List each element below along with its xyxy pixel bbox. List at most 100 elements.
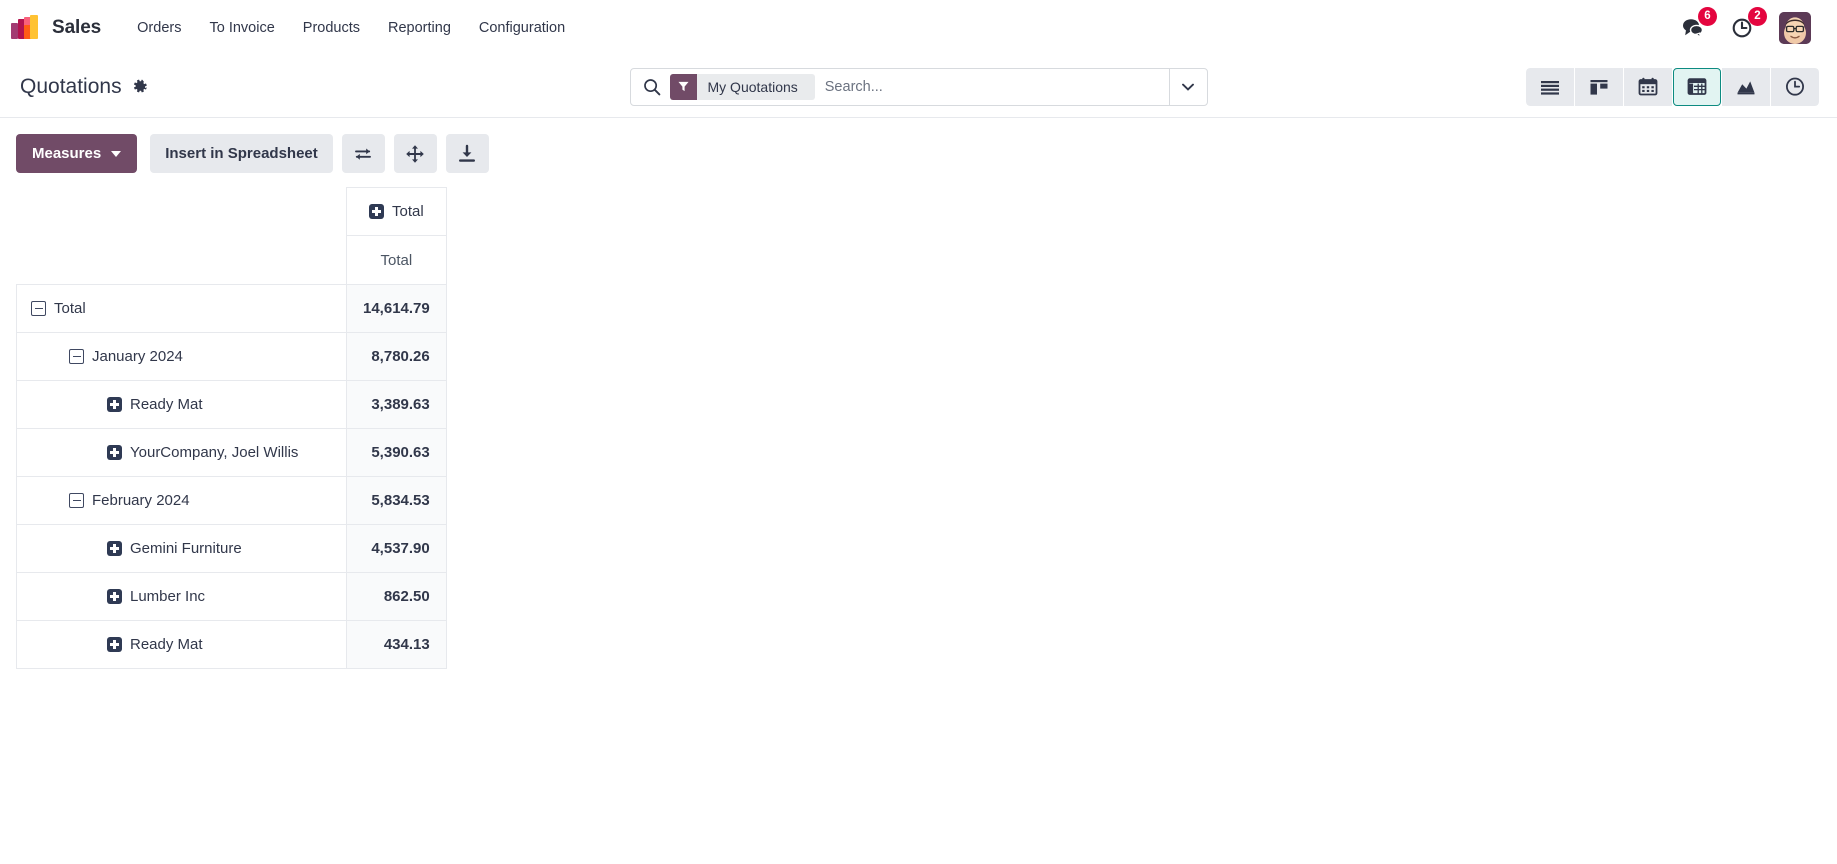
pivot-cell-value[interactable]: 434.13 [346,620,447,669]
table-row: Lumber Inc 862.50 [16,572,447,621]
expand-icon[interactable] [107,637,122,652]
table-row: Gemini Furniture 4,537.90 [16,524,447,573]
activities-button[interactable]: 2 [1729,7,1767,42]
menu-item-orders[interactable]: Orders [123,12,195,44]
control-panel: Quotations My Quotations [0,56,1837,118]
view-switcher [1526,67,1819,106]
menu-item-products[interactable]: Products [289,12,374,44]
collapse-icon[interactable] [69,493,84,508]
pivot-toolbar: Measures Insert in Spreadsheet [0,118,1837,173]
app-name[interactable]: Sales [52,17,101,39]
messages-button[interactable]: 6 [1679,7,1717,42]
pivot-row-label: YourCompany, Joel Willis [130,444,299,461]
activity-clock-icon [1785,77,1805,96]
calendar-icon [1638,77,1658,96]
table-row: YourCompany, Joel Willis 5,390.63 [16,428,447,477]
pivot-cell-value[interactable]: 14,614.79 [346,284,447,333]
gear-icon[interactable] [132,79,148,95]
search-input[interactable] [820,68,1169,105]
measures-button[interactable]: Measures [16,134,138,173]
download-icon [459,144,476,162]
pivot-row-label: Total [54,300,86,317]
pivot-cell-value[interactable]: 8,780.26 [346,332,447,381]
pivot-cell-value[interactable]: 5,390.63 [346,428,447,477]
menu-item-reporting[interactable]: Reporting [374,12,465,44]
menu-item-to-invoice[interactable]: To Invoice [195,12,288,44]
breadcrumb: Quotations [20,75,148,99]
table-row: Ready Mat 3,389.63 [16,380,447,429]
chevron-down-icon [1182,83,1194,91]
view-button-graph[interactable] [1722,67,1770,106]
table-row: Ready Mat 434.13 [16,620,447,669]
pivot-measure-header-total[interactable]: Total [346,235,447,285]
navbar-systray: 6 2 [1679,7,1819,44]
pivot-row-header[interactable]: YourCompany, Joel Willis [16,428,347,477]
expand-all-button[interactable] [393,134,437,173]
collapse-icon[interactable] [69,349,84,364]
list-icon [1541,80,1559,95]
pivot-cell-value[interactable]: 3,389.63 [346,380,447,429]
collapse-icon[interactable] [31,301,46,316]
chevron-down-icon [111,150,122,157]
view-button-kanban[interactable] [1575,67,1623,106]
table-row: Total 14,614.79 [16,284,447,333]
pivot-row-header[interactable]: Ready Mat [16,380,347,429]
pivot-row-header[interactable]: January 2024 [16,332,347,381]
graph-icon [1737,81,1755,95]
pivot-row-label: Ready Mat [130,636,203,653]
download-xlsx-button[interactable] [445,134,489,173]
table-row: February 2024 5,834.53 [16,476,447,525]
top-navbar: Sales Orders To Invoice Products Reporti… [0,0,1837,56]
activities-badge: 2 [1748,7,1767,26]
search-facet-my-quotations[interactable]: My Quotations [669,73,815,100]
sales-app-logo-icon[interactable] [10,14,38,42]
flip-axis-button[interactable] [341,134,385,173]
table-row: January 2024 8,780.26 [16,332,447,381]
brand-group: Sales [10,14,101,42]
expand-icon[interactable] [369,204,385,219]
expand-icon[interactable] [107,397,122,412]
pivot-cell-value[interactable]: 5,834.53 [346,476,447,525]
pivot-cell-value[interactable]: 4,537.90 [346,524,447,573]
view-button-calendar[interactable] [1624,67,1672,106]
pivot-row-label: February 2024 [92,492,190,509]
view-button-list[interactable] [1526,67,1574,106]
search-facet-label: My Quotations [696,73,815,100]
pivot-row-header[interactable]: Total [16,284,347,333]
pivot-table-body: Total 14,614.79 January 2024 8,780.26 Re… [16,284,447,669]
pivot-row-header[interactable]: Ready Mat [16,620,347,669]
pivot-origin-cell [17,188,347,236]
search-icon [631,78,670,96]
pivot-table-icon [1687,78,1707,95]
filter-icon [669,73,697,100]
measures-button-label: Measures [32,145,102,162]
user-avatar[interactable] [1779,12,1811,44]
pivot-row-header[interactable]: February 2024 [16,476,347,525]
pivot-row-header[interactable]: Gemini Furniture [16,524,347,573]
pivot-column-header-total[interactable]: Total [346,187,447,236]
pivot-table-head: Total Total [17,187,447,285]
pivot-cell-value[interactable]: 862.50 [346,572,447,621]
menu-item-configuration[interactable]: Configuration [465,12,579,44]
expand-icon[interactable] [107,541,122,556]
pivot-row-label: January 2024 [92,348,183,365]
pivot-row-label: Ready Mat [130,396,203,413]
search-dropdown-toggle[interactable] [1168,68,1207,105]
messages-badge: 6 [1698,7,1717,26]
insert-in-spreadsheet-button[interactable]: Insert in Spreadsheet [150,134,333,173]
flip-axis-icon [355,148,372,160]
pivot-origin-cell-2 [17,236,347,285]
view-button-pivot[interactable] [1673,67,1721,106]
main-menu: Orders To Invoice Products Reporting Con… [123,12,579,44]
pivot-row-header[interactable]: Lumber Inc [16,572,347,621]
expand-all-arrows-icon [406,144,425,163]
page-title: Quotations [20,74,122,98]
expand-icon[interactable] [107,445,122,460]
expand-icon[interactable] [107,589,122,604]
view-button-activity[interactable] [1771,67,1819,106]
pivot-table: Total Total Total 14,614.79 January 2024… [16,187,447,669]
avatar-icon [1779,12,1811,44]
pivot-row-label: Lumber Inc [130,588,206,605]
pivot-column-header-label: Total [392,203,424,220]
pivot-header-row-groupby: Total [17,187,447,236]
